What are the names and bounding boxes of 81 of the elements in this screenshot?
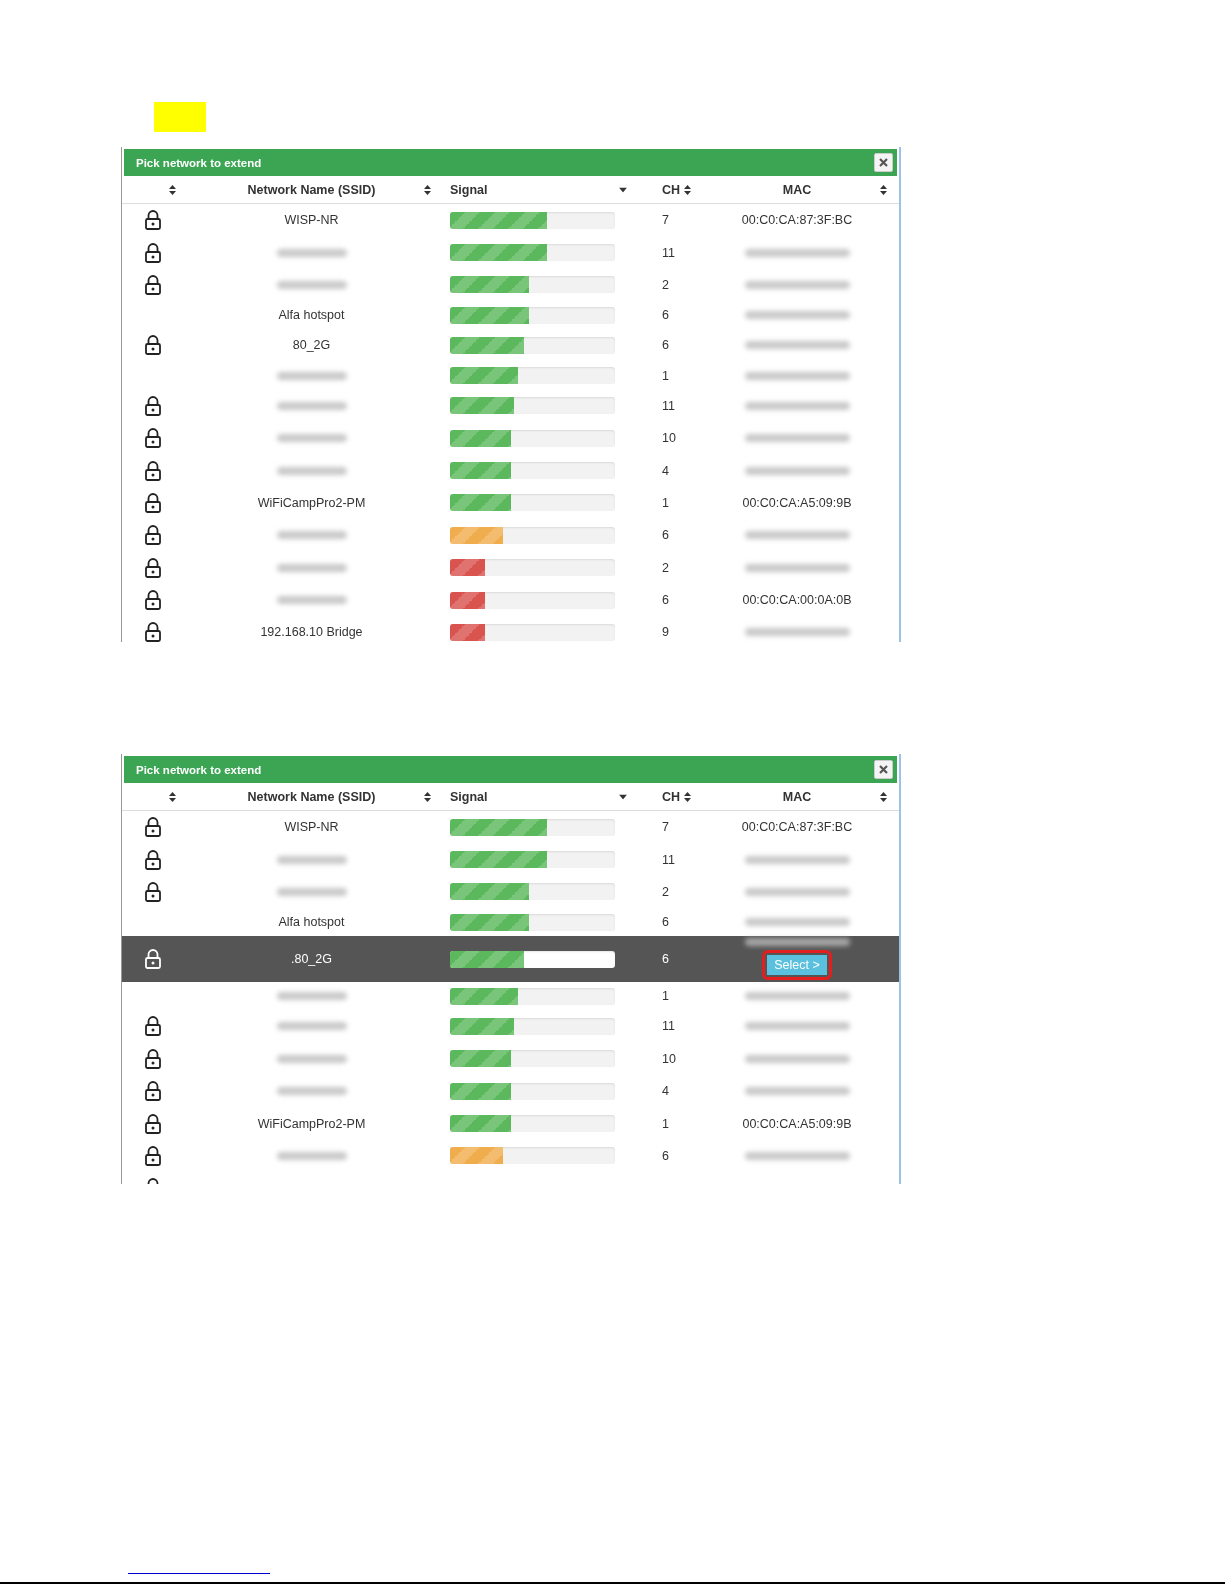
mac-address: 00:C0:CA:87:3F:BC xyxy=(741,820,853,835)
sort-icon[interactable] xyxy=(880,184,887,195)
column-header[interactable]: MAC xyxy=(782,182,812,197)
close-icon xyxy=(879,158,888,167)
blurred-text xyxy=(276,466,347,475)
sort-icon[interactable] xyxy=(424,184,431,195)
channel: 1 xyxy=(662,368,669,383)
channel: 11 xyxy=(662,245,675,260)
network-name: 80_2G xyxy=(292,338,331,353)
blurred-text xyxy=(276,1022,347,1031)
blurred-text xyxy=(276,1151,347,1160)
mac-address: 00:C0:CA:A5:09:9B xyxy=(742,495,852,510)
channel: 6 xyxy=(662,915,669,930)
close-button[interactable] xyxy=(874,153,893,172)
close-button[interactable] xyxy=(874,760,893,779)
channel: 7 xyxy=(662,213,669,228)
blurred-text xyxy=(276,434,347,443)
blurred-text xyxy=(276,596,347,605)
channel: 2 xyxy=(662,560,669,575)
blurred-text xyxy=(276,371,347,380)
channel: 11 xyxy=(662,398,675,413)
column-header[interactable]: Network Name (SSID) xyxy=(247,789,376,804)
channel: 11 xyxy=(662,1019,675,1034)
mac-address: 00:C0:CA:A5:09:9B xyxy=(742,1116,852,1131)
close-icon xyxy=(879,765,888,774)
blurred-text xyxy=(276,855,347,864)
blurred-text xyxy=(276,401,347,410)
network-name: WiFiCampPro2-PM xyxy=(257,1116,366,1131)
sort-desc-icon[interactable] xyxy=(619,187,627,192)
blurred-text xyxy=(276,563,347,572)
sort-icon[interactable] xyxy=(684,791,691,802)
channel: 1 xyxy=(662,1116,669,1131)
network-name: WiFiCampPro2-PM xyxy=(257,495,366,510)
channel: 1 xyxy=(662,495,669,510)
column-header[interactable]: Signal xyxy=(450,789,488,804)
dialog-title: Pick network to extend xyxy=(136,156,262,169)
channel: 6 xyxy=(662,1148,669,1163)
column-header[interactable]: MAC xyxy=(782,789,812,804)
channel: 10 xyxy=(662,431,676,446)
blurred-text xyxy=(276,1087,347,1096)
column-header[interactable]: CH xyxy=(662,182,681,197)
mac-address: 00:C0:CA:87:3F:BC xyxy=(741,213,853,228)
channel: 4 xyxy=(662,1084,669,1099)
blurred-text xyxy=(276,887,347,896)
network-name: Alfa hotspot xyxy=(278,915,345,930)
network-name: WISP-NR xyxy=(284,213,339,228)
sort-icon[interactable] xyxy=(880,791,887,802)
sort-icon[interactable] xyxy=(684,184,691,195)
network-name: WISP-NR xyxy=(284,820,339,835)
channel: 6 xyxy=(662,308,669,323)
sort-icon[interactable] xyxy=(169,184,176,195)
blurred-text xyxy=(276,248,347,257)
channel: 6 xyxy=(662,338,669,353)
channel: 9 xyxy=(662,625,669,640)
network-name: .80_2G xyxy=(291,952,332,967)
column-header[interactable]: Signal xyxy=(450,182,488,197)
blurred-text xyxy=(276,280,347,289)
channel: 10 xyxy=(662,1051,676,1066)
blurred-text xyxy=(276,531,347,540)
channel: 6 xyxy=(662,593,669,608)
channel: 6 xyxy=(662,952,669,967)
sort-icon[interactable] xyxy=(424,791,431,802)
channel: 11 xyxy=(662,852,675,867)
channel: 2 xyxy=(662,277,669,292)
channel: 7 xyxy=(662,820,669,835)
channel: 2 xyxy=(662,884,669,899)
highlight-mark xyxy=(154,102,206,132)
blurred-text xyxy=(276,1054,347,1063)
network-name: 192.168.10 Bridge xyxy=(260,625,363,640)
blurred-text xyxy=(276,992,347,1001)
network-name: Alfa hotspot xyxy=(278,308,345,323)
channel: 1 xyxy=(662,989,669,1004)
sort-icon[interactable] xyxy=(169,791,176,802)
channel: 4 xyxy=(662,463,669,478)
channel: 6 xyxy=(662,528,669,543)
mac-address: 00:C0:CA:00:0A:0B xyxy=(742,593,852,608)
selected-row[interactable]: .80_2G 6 Select > xyxy=(122,936,899,983)
dialog-title: Pick network to extend xyxy=(136,763,262,776)
column-header[interactable]: CH xyxy=(662,789,681,804)
sort-desc-icon[interactable] xyxy=(619,794,627,799)
column-header[interactable]: Network Name (SSID) xyxy=(247,182,376,197)
